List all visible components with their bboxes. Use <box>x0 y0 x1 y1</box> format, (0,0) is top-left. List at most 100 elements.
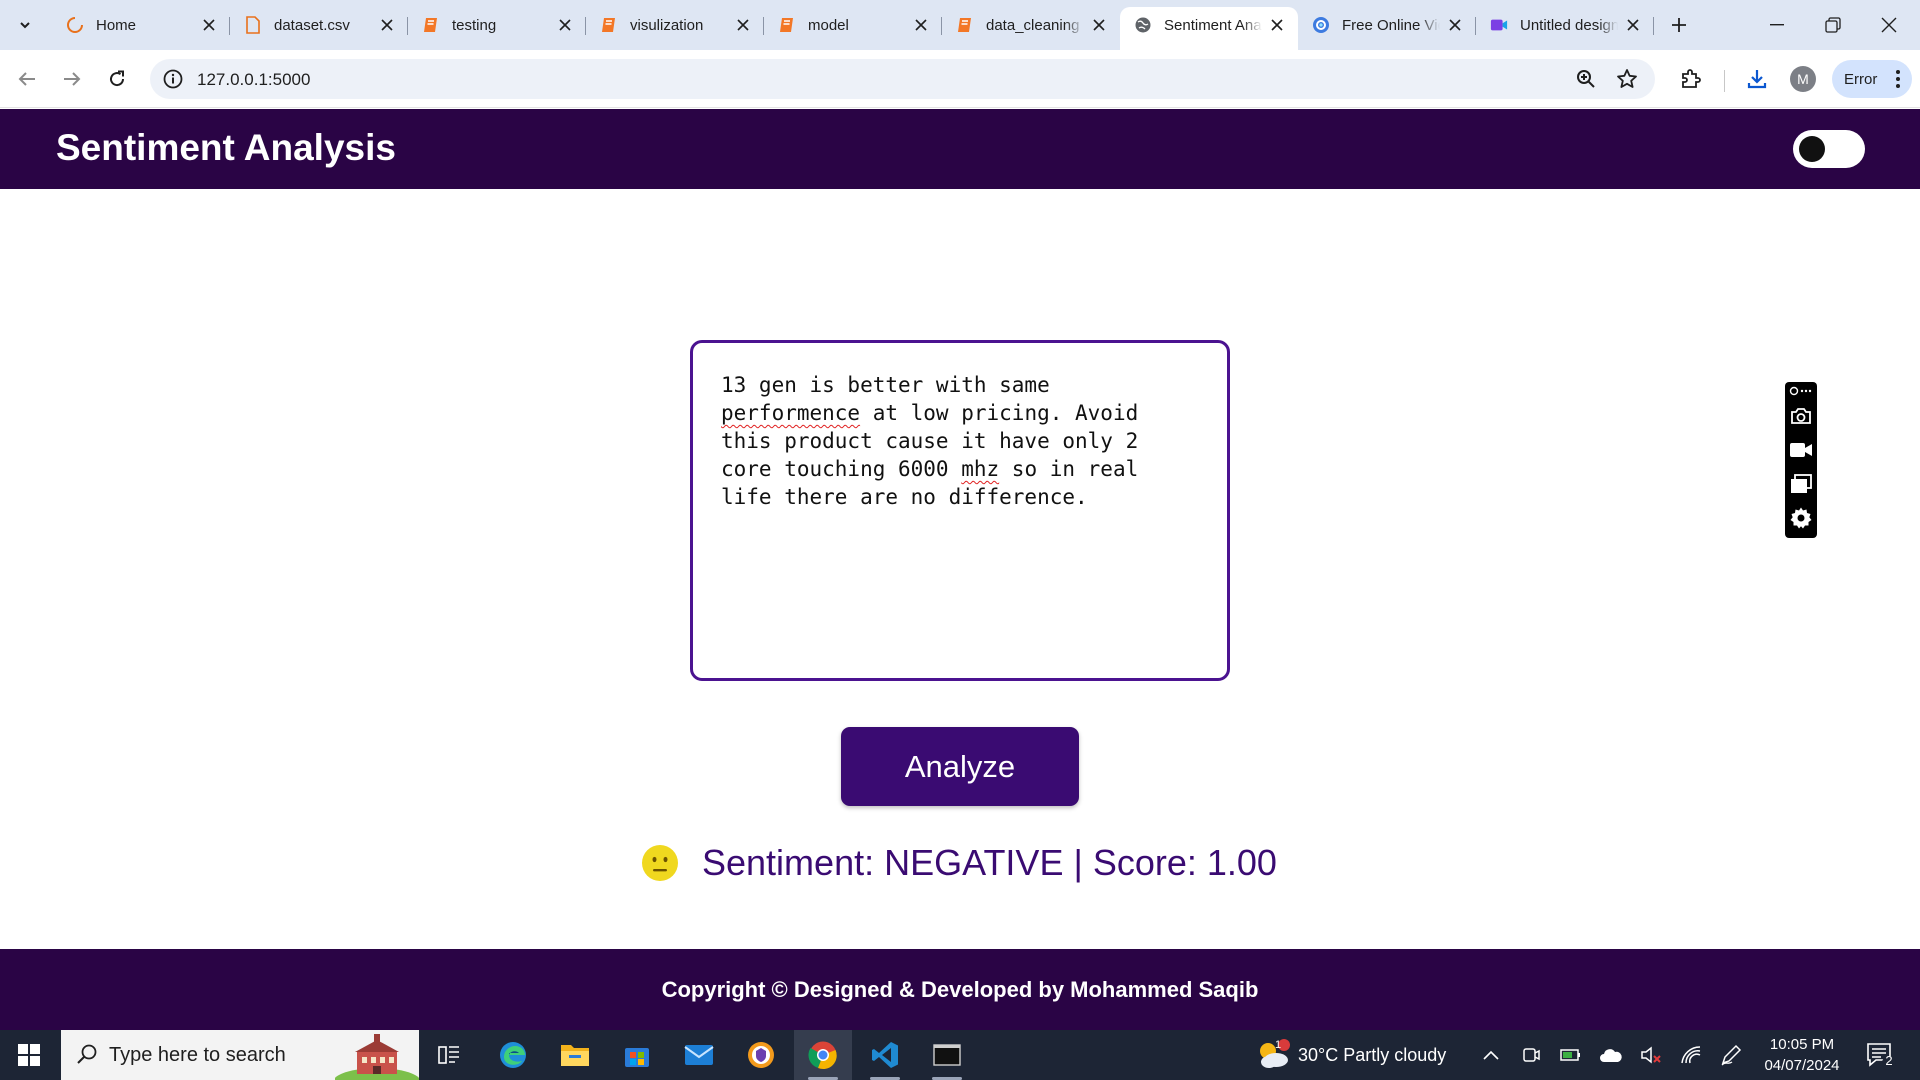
chevron-up-icon <box>1483 1050 1499 1060</box>
video-camera-icon[interactable] <box>1789 438 1813 462</box>
bookmark-star-icon[interactable] <box>1616 68 1638 90</box>
browser-error-button[interactable]: Error <box>1832 60 1912 98</box>
recorder-menu-icon[interactable] <box>1789 384 1813 398</box>
site-info-icon[interactable] <box>162 68 184 90</box>
tab-dataset-csv[interactable]: dataset.csv <box>230 7 408 43</box>
jupyter-notebook-icon <box>778 16 796 34</box>
taskbar-vscode[interactable] <box>856 1030 914 1080</box>
footer-copyright: Copyright © Designed & Developed by Moha… <box>661 976 1259 1002</box>
taskbar-file-explorer[interactable] <box>546 1030 604 1080</box>
profile-avatar[interactable]: M <box>1790 66 1816 92</box>
sentiment-result: Sentiment: NEGATIVE | Score: 1.00 <box>642 840 1277 886</box>
chrome-icon <box>808 1041 837 1070</box>
notification-center-button[interactable]: 2 <box>1866 1042 1896 1070</box>
site-header: Sentiment Analysis <box>0 109 1920 189</box>
browser-tab-strip: Home dataset.csv testing visulization mo… <box>0 0 1920 50</box>
tab-home[interactable]: Home <box>52 7 230 43</box>
close-icon[interactable] <box>1090 16 1108 34</box>
camera-icon[interactable] <box>1789 404 1813 428</box>
tab-title: data_cleaning <box>986 16 1080 34</box>
tab-search-button[interactable] <box>8 8 42 42</box>
reload-icon <box>110 70 125 87</box>
close-icon <box>1881 17 1897 33</box>
back-button[interactable] <box>9 61 45 97</box>
close-icon[interactable] <box>734 16 752 34</box>
close-icon[interactable] <box>556 16 574 34</box>
tab-title: dataset.csv <box>274 16 350 34</box>
network-wifi-icon[interactable] <box>1679 1043 1703 1067</box>
extensions-button[interactable] <box>1678 66 1704 92</box>
screen-capture-icon[interactable] <box>1789 472 1813 496</box>
plus-icon <box>1672 18 1686 32</box>
tab-data-cleaning[interactable]: data_cleaning <box>942 7 1120 43</box>
tab-free-online-video[interactable]: Free Online Video <box>1298 7 1476 43</box>
show-hidden-icons[interactable] <box>1479 1043 1503 1067</box>
close-icon[interactable] <box>1624 16 1642 34</box>
settings-gear-icon[interactable] <box>1789 506 1813 530</box>
terminal-icon <box>933 1044 961 1066</box>
url-text: 127.0.0.1:5000 <box>197 70 311 89</box>
meet-now-icon[interactable] <box>1519 1043 1543 1067</box>
tab-untitled-design[interactable]: Untitled design <box>1476 7 1654 43</box>
close-icon[interactable] <box>912 16 930 34</box>
taskbar-edge[interactable] <box>484 1030 542 1080</box>
close-icon[interactable] <box>1446 16 1464 34</box>
taskbar-mail[interactable] <box>670 1030 728 1080</box>
task-view-button[interactable] <box>420 1030 478 1080</box>
search-placeholder: Type here to search <box>109 1043 286 1066</box>
reload-button[interactable] <box>99 61 135 97</box>
spelling-error: performence <box>721 401 861 425</box>
start-button[interactable] <box>0 1030 58 1080</box>
dark-mode-toggle[interactable] <box>1793 130 1865 168</box>
restore-button[interactable] <box>1805 0 1861 50</box>
close-window-button[interactable] <box>1861 0 1917 50</box>
taskbar-store[interactable] <box>608 1030 666 1080</box>
toggle-knob <box>1799 136 1825 162</box>
tab-sentiment-analysis[interactable]: Sentiment Analysis <box>1120 7 1298 50</box>
edge-browser-icon <box>500 1042 526 1068</box>
close-icon[interactable] <box>378 16 396 34</box>
taskbar-clock[interactable]: 10:05 PM 04/07/2024 <box>1754 1034 1850 1076</box>
analyze-button[interactable]: Analyze <box>841 727 1079 806</box>
new-tab-button[interactable] <box>1662 8 1696 42</box>
taskbar-search-box[interactable]: Type here to search <box>61 1030 419 1080</box>
more-vert-icon <box>1896 70 1900 88</box>
forward-button[interactable] <box>54 61 90 97</box>
windows-logo-icon <box>18 1044 40 1066</box>
zoom-icon[interactable] <box>1575 68 1597 90</box>
taskbar-chrome[interactable] <box>794 1030 852 1080</box>
screen-recorder-widget <box>1785 382 1817 538</box>
tab-model[interactable]: model <box>764 7 942 43</box>
sentiment-result-text: Sentiment: NEGATIVE | Score: 1.00 <box>702 842 1277 883</box>
spelling-error: mhz <box>961 457 1000 481</box>
folder-icon <box>561 1045 589 1066</box>
close-icon[interactable] <box>1268 16 1286 34</box>
speaker-muted-icon[interactable] <box>1639 1043 1663 1067</box>
pen-workspace-icon[interactable] <box>1719 1043 1743 1067</box>
globe-icon <box>1134 16 1152 34</box>
onedrive-cloud-icon[interactable] <box>1599 1043 1623 1067</box>
battery-icon[interactable] <box>1559 1043 1583 1067</box>
tab-list: Home dataset.csv testing visulization mo… <box>52 7 1696 50</box>
loading-spinner-icon <box>66 16 84 34</box>
review-textarea[interactable]: 13 gen is better with same performence at… <box>690 340 1230 681</box>
minimize-button[interactable] <box>1749 0 1805 50</box>
downloads-button[interactable] <box>1744 66 1770 92</box>
error-label: Error <box>1844 70 1878 88</box>
review-line: performence at low pricing. Avoid <box>721 401 1139 425</box>
tab-title: Free Online Video <box>1342 16 1440 34</box>
site-footer: Copyright © Designed & Developed by Moha… <box>0 949 1920 1030</box>
jupyter-notebook-icon <box>600 16 618 34</box>
jupyter-notebook-icon <box>422 16 440 34</box>
taskbar-app-shield[interactable] <box>732 1030 790 1080</box>
arrow-right-icon <box>64 72 81 86</box>
taskbar-terminal[interactable] <box>918 1030 976 1080</box>
tab-visulization[interactable]: visulization <box>586 7 764 43</box>
tab-title: model <box>808 16 849 34</box>
tab-testing[interactable]: testing <box>408 7 586 43</box>
video-design-icon <box>1490 16 1508 34</box>
weather-text[interactable]: 30°C Partly cloudy <box>1298 1045 1446 1066</box>
close-icon[interactable] <box>200 16 218 34</box>
search-highlight-icon <box>335 1034 419 1080</box>
address-bar[interactable]: 127.0.0.1:5000 <box>150 59 1655 99</box>
